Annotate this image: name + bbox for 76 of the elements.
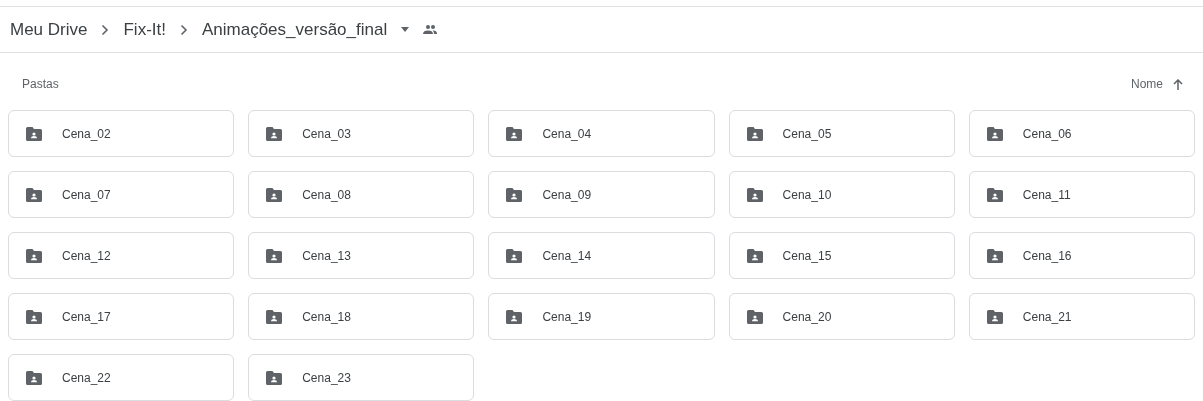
- shared-folder-icon: [266, 187, 283, 202]
- folder-card[interactable]: Cena_05: [728, 110, 955, 157]
- folder-card[interactable]: Cena_14: [488, 232, 715, 279]
- shared-folder-icon: [26, 126, 42, 141]
- folder-card[interactable]: Cena_03: [248, 110, 475, 157]
- folder-name: Cena_21: [1022, 308, 1072, 326]
- folder-name: Cena_23: [302, 369, 351, 387]
- folder-card[interactable]: Cena_12: [8, 232, 235, 279]
- folder-card[interactable]: Cena_23: [248, 354, 475, 401]
- breadcrumb-item[interactable]: Fix-It!: [121, 16, 168, 43]
- folder-name: Cena_12: [62, 247, 111, 265]
- folder-card[interactable]: Cena_21: [968, 293, 1195, 340]
- folder-card[interactable]: Cena_16: [968, 232, 1195, 279]
- folder-name: Cena_08: [302, 186, 351, 204]
- shared-folder-icon: [986, 309, 1003, 324]
- folder-card[interactable]: Cena_20: [728, 293, 955, 340]
- shared-folder-icon: [266, 309, 283, 324]
- folder-name: Cena_10: [782, 186, 832, 204]
- folder-card[interactable]: Cena_11: [968, 171, 1195, 218]
- folder-name: Cena_15: [782, 247, 832, 265]
- folder-name: Cena_17: [62, 308, 111, 326]
- shared-folder-icon: [746, 309, 763, 324]
- folder-card[interactable]: Cena_22: [8, 354, 235, 401]
- folder-card[interactable]: Cena_09: [488, 171, 715, 218]
- folder-card[interactable]: Cena_13: [248, 232, 475, 279]
- folder-card[interactable]: Cena_08: [248, 171, 475, 218]
- folder-card[interactable]: Cena_17: [8, 293, 235, 340]
- shared-folder-icon: [506, 187, 523, 202]
- people-icon: [423, 25, 438, 34]
- folder-card[interactable]: Cena_02: [8, 110, 235, 157]
- shared-folder-icon: [506, 126, 523, 141]
- section-label: Pastas: [22, 76, 59, 93]
- shared-folder-icon: [746, 126, 763, 141]
- folder-card[interactable]: Cena_19: [488, 293, 715, 340]
- folder-card[interactable]: Cena_18: [248, 293, 475, 340]
- shared-folder-icon: [26, 370, 42, 385]
- shared-folder-icon: [986, 248, 1003, 263]
- breadcrumb-item[interactable]: Animações_versão_final: [199, 16, 390, 43]
- chevron-right-icon: [101, 23, 110, 36]
- chevron-right-icon: [179, 23, 188, 36]
- folder-name: Cena_16: [1022, 247, 1072, 265]
- folder-card[interactable]: Cena_15: [728, 232, 955, 279]
- shared-folder-icon: [26, 187, 42, 202]
- arrow-up-icon: [1173, 78, 1183, 90]
- folder-name: Cena_09: [542, 186, 592, 204]
- folder-name: Cena_05: [782, 125, 832, 143]
- folder-name: Cena_04: [542, 125, 592, 143]
- folder-card[interactable]: Cena_06: [968, 110, 1195, 157]
- shared-folder-icon: [986, 187, 1003, 202]
- shared-folder-icon: [506, 248, 523, 263]
- shared-folder-icon: [26, 248, 42, 263]
- folder-card[interactable]: Cena_07: [8, 171, 235, 218]
- folder-name: Cena_03: [302, 125, 351, 143]
- folder-name: Cena_14: [542, 247, 592, 265]
- folder-name: Cena_07: [62, 186, 111, 204]
- folder-name: Cena_20: [782, 308, 832, 326]
- shared-folder-icon: [986, 126, 1003, 141]
- folder-name: Cena_18: [302, 308, 351, 326]
- sort-button[interactable]: Nome: [1131, 75, 1183, 93]
- shared-folder-icon: [506, 309, 523, 324]
- folder-card[interactable]: Cena_10: [728, 171, 955, 218]
- folder-name: Cena_19: [542, 308, 592, 326]
- folder-name: Cena_02: [62, 125, 111, 143]
- breadcrumb-item[interactable]: Meu Drive: [8, 16, 90, 43]
- folder-name: Cena_11: [1022, 186, 1071, 204]
- folder-name: Cena_13: [302, 247, 351, 265]
- shared-folder-icon: [746, 248, 763, 263]
- shared-folder-icon: [26, 309, 42, 324]
- shared-folder-icon: [266, 248, 283, 263]
- shared-folder-icon: [266, 126, 283, 141]
- shared-folder-icon: [746, 187, 763, 202]
- folder-card[interactable]: Cena_04: [488, 110, 715, 157]
- folder-name: Cena_22: [62, 369, 111, 387]
- folder-name: Cena_06: [1022, 125, 1072, 143]
- shared-folder-icon: [266, 370, 283, 385]
- dropdown-caret-icon[interactable]: [401, 27, 410, 32]
